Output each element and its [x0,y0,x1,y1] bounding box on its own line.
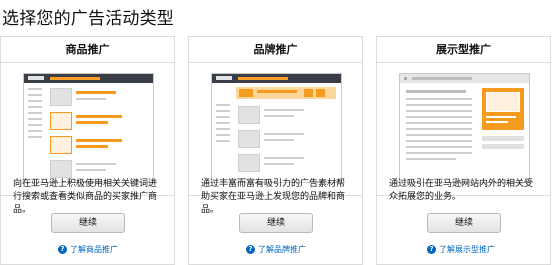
mock-header-bar [212,74,341,83]
placeholder-line [28,100,42,102]
placeholder-line [406,128,472,130]
brand-product-block [304,89,313,97]
learn-more-label[interactable]: 了解展示型推广 [439,244,495,255]
card-sponsored-brands: 品牌推广 通过丰富而富有吸引力的广告素材帮助买家在亚马逊上发现您的品牌和商品。 … [188,36,363,265]
placeholder-line [216,104,230,106]
placeholder-line [264,109,304,111]
mock-search-bar [50,77,100,80]
mock-logo [28,76,44,80]
placeholder-line [406,146,472,148]
continue-button[interactable]: 继续 [239,213,313,233]
placeholder-line [406,104,472,106]
placeholder-line [216,140,230,142]
sponsored-text-line [76,121,108,124]
placeholder-line [216,128,230,130]
learn-more-link[interactable]: ? 了解品牌推广 [246,244,306,255]
placeholder-line [482,144,524,149]
placeholder-line [264,133,304,135]
card-description: 向在亚马逊上积极使用相关关键词进行搜索或查看类似商品的买家推广商品。 [13,179,158,215]
brand-logo-block [239,89,253,97]
continue-button[interactable]: 继续 [51,213,125,233]
preview-illustration [1,63,174,196]
card-title: 品牌推广 [189,37,362,63]
placeholder-line [76,163,116,165]
sponsored-text-line [76,91,116,94]
brand-product-block [316,89,325,97]
sponsored-image-icon [50,136,72,154]
placeholder-line [482,136,524,141]
card-title: 展示型推广 [377,37,550,63]
learn-more-label[interactable]: 了解品牌推广 [258,244,306,255]
placeholder-line [28,106,42,108]
placeholder-line [216,134,230,136]
card-description: 通过吸引在亚马逊网站内外的相关受众拓展您的业务。 [389,179,534,202]
image-placeholder-icon [238,130,260,148]
placeholder-line [264,115,294,117]
placeholder-line [76,98,106,100]
image-placeholder-icon [50,88,72,106]
mock-browser-window [211,73,342,183]
placeholder-line [406,140,472,142]
image-placeholder-icon [238,106,260,124]
placeholder-line [264,163,294,165]
placeholder-line [28,118,42,120]
placeholder-line [406,110,472,112]
placeholder-line [28,136,42,138]
help-circle-icon: ? [58,245,67,254]
placeholder-line [216,122,230,124]
placeholder-line [28,88,42,90]
ad-text-line [486,116,516,118]
sponsored-image-icon [50,112,72,130]
placeholder-line [76,169,106,171]
placeholder-line [406,122,472,124]
help-circle-icon: ? [427,245,436,254]
placeholder-line [28,130,42,132]
browser-dot-icon [404,77,407,80]
help-circle-icon: ? [246,245,255,254]
placeholder-line [406,158,456,160]
page-title: 选择您的广告活动类型 [2,9,174,29]
preview-illustration [377,63,550,196]
placeholder-line [28,94,42,96]
image-placeholder-icon [238,154,260,172]
mock-browser-window [23,73,154,183]
continue-button[interactable]: 继续 [427,213,501,233]
learn-more-link[interactable]: ? 了解展示型推广 [427,244,495,255]
mock-search-bar [238,77,288,80]
mock-browser-window [399,73,530,183]
placeholder-line [216,110,230,112]
card-title: 商品推广 [1,37,174,63]
placeholder-line [264,157,304,159]
placeholder-line [406,90,466,93]
ad-text-line [486,121,508,123]
placeholder-line [216,116,230,118]
card-sponsored-products: 商品推广 向在亚马逊上积极使用相关关键词进行搜索或查看类似商品的买家推广商品。 … [0,36,175,265]
placeholder-line [406,116,472,118]
browser-address-bar [412,77,472,80]
placeholder-line [28,112,42,114]
placeholder-line [264,139,294,141]
mock-logo [216,76,232,80]
card-description: 通过丰富而富有吸引力的广告素材帮助买家在亚马逊上发现您的品牌和商品。 [201,179,346,215]
placeholder-line [28,124,42,126]
image-placeholder-icon [50,160,72,178]
sponsored-text-line [76,139,122,142]
placeholder-line [406,134,472,136]
sponsored-text-line [76,115,122,118]
placeholder-line [406,98,472,100]
sponsored-text-line [76,145,108,148]
preview-illustration [189,63,362,196]
placeholder-line [406,152,472,154]
brand-headline-line [257,90,297,93]
card-sponsored-display: 展示型推广 通过吸引在亚马逊网站内外的相关受众拓展您的业务。 继续 ? 了解展示… [376,36,551,265]
learn-more-label[interactable]: 了解商品推广 [70,244,118,255]
mock-header-bar [24,74,153,83]
ad-image-icon [486,92,520,112]
learn-more-link[interactable]: ? 了解商品推广 [58,244,118,255]
